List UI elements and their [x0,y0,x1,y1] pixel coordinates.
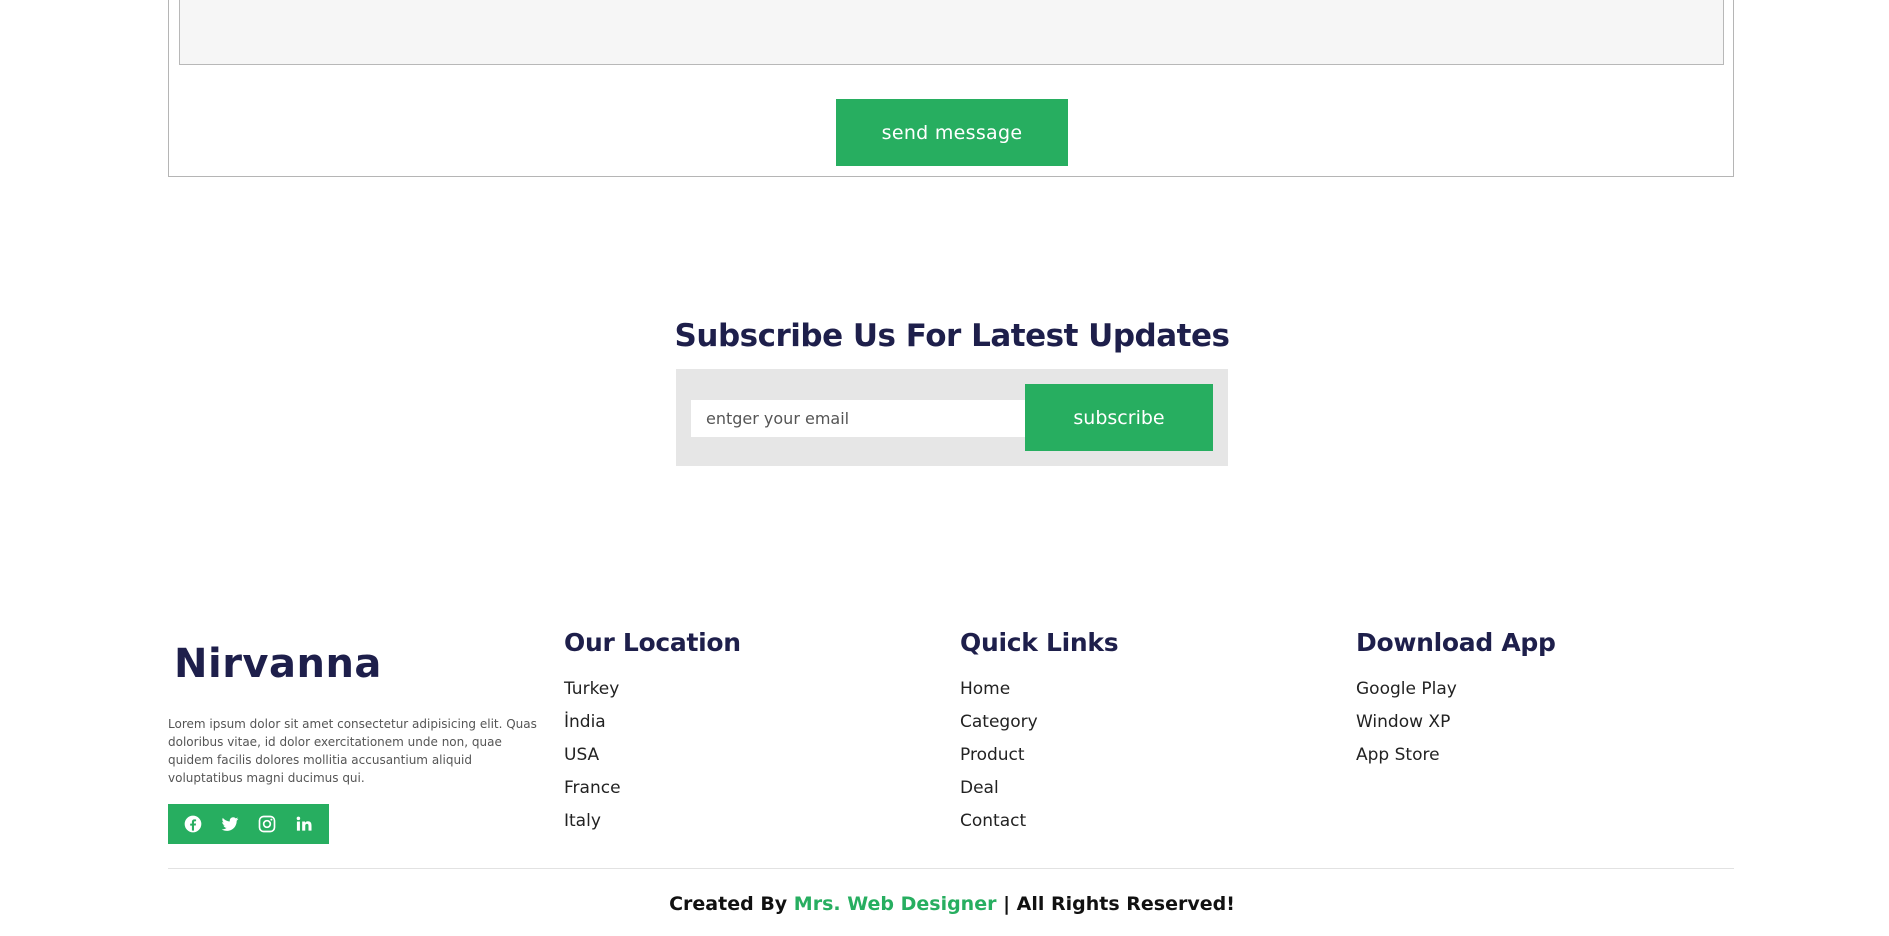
email-input[interactable] [691,400,1029,437]
location-item[interactable]: İndia [564,706,741,739]
facebook-icon[interactable] [181,812,205,836]
subscribe-button[interactable]: subscribe [1025,384,1213,451]
message-textarea[interactable] [179,0,1724,65]
download-heading: Download App [1356,628,1556,657]
location-item[interactable]: France [564,772,741,805]
location-item[interactable]: Turkey [564,673,741,706]
download-window-xp[interactable]: Window XP [1356,706,1556,739]
twitter-icon[interactable] [218,812,242,836]
download-google-play[interactable]: Google Play [1356,673,1556,706]
footer-download-column: Download App Google Play Window XP App S… [1356,628,1556,772]
location-item[interactable]: USA [564,739,741,772]
linkedin-icon[interactable] [292,812,316,836]
quick-link-product[interactable]: Product [960,739,1118,772]
quick-links-heading: Quick Links [960,628,1119,657]
footer-divider [168,868,1734,869]
credit-author-link[interactable]: Mrs. Web Designer [794,893,997,915]
footer-logo[interactable]: Nirvanna [174,641,382,687]
footer-about-text: Lorem ipsum dolor sit amet consectetur a… [168,717,537,785]
subscribe-form: subscribe [676,369,1228,466]
location-item[interactable]: Italy [564,805,741,838]
download-app-store[interactable]: App Store [1356,739,1556,772]
quick-link-contact[interactable]: Contact [960,805,1118,838]
send-message-button[interactable]: send message [836,99,1068,166]
footer-credit: Created By Mrs. Web Designer | All Right… [0,893,1889,915]
quick-link-home[interactable]: Home [960,673,1118,706]
contact-form: send message [168,0,1734,177]
location-heading: Our Location [564,628,741,657]
credit-suffix: | All Rights Reserved! [996,893,1235,915]
footer-quick-links-column: Quick Links Home Category Product Deal C… [960,628,1119,838]
instagram-icon[interactable] [255,812,279,836]
quick-link-category[interactable]: Category [960,706,1118,739]
quick-link-deal[interactable]: Deal [960,772,1118,805]
credit-prefix: Created By [669,893,794,915]
social-links [168,804,329,844]
subscribe-title: Subscribe Us For Latest Updates [674,318,1230,354]
footer-location-column: Our Location Turkey İndia USA France Ita… [564,628,741,838]
